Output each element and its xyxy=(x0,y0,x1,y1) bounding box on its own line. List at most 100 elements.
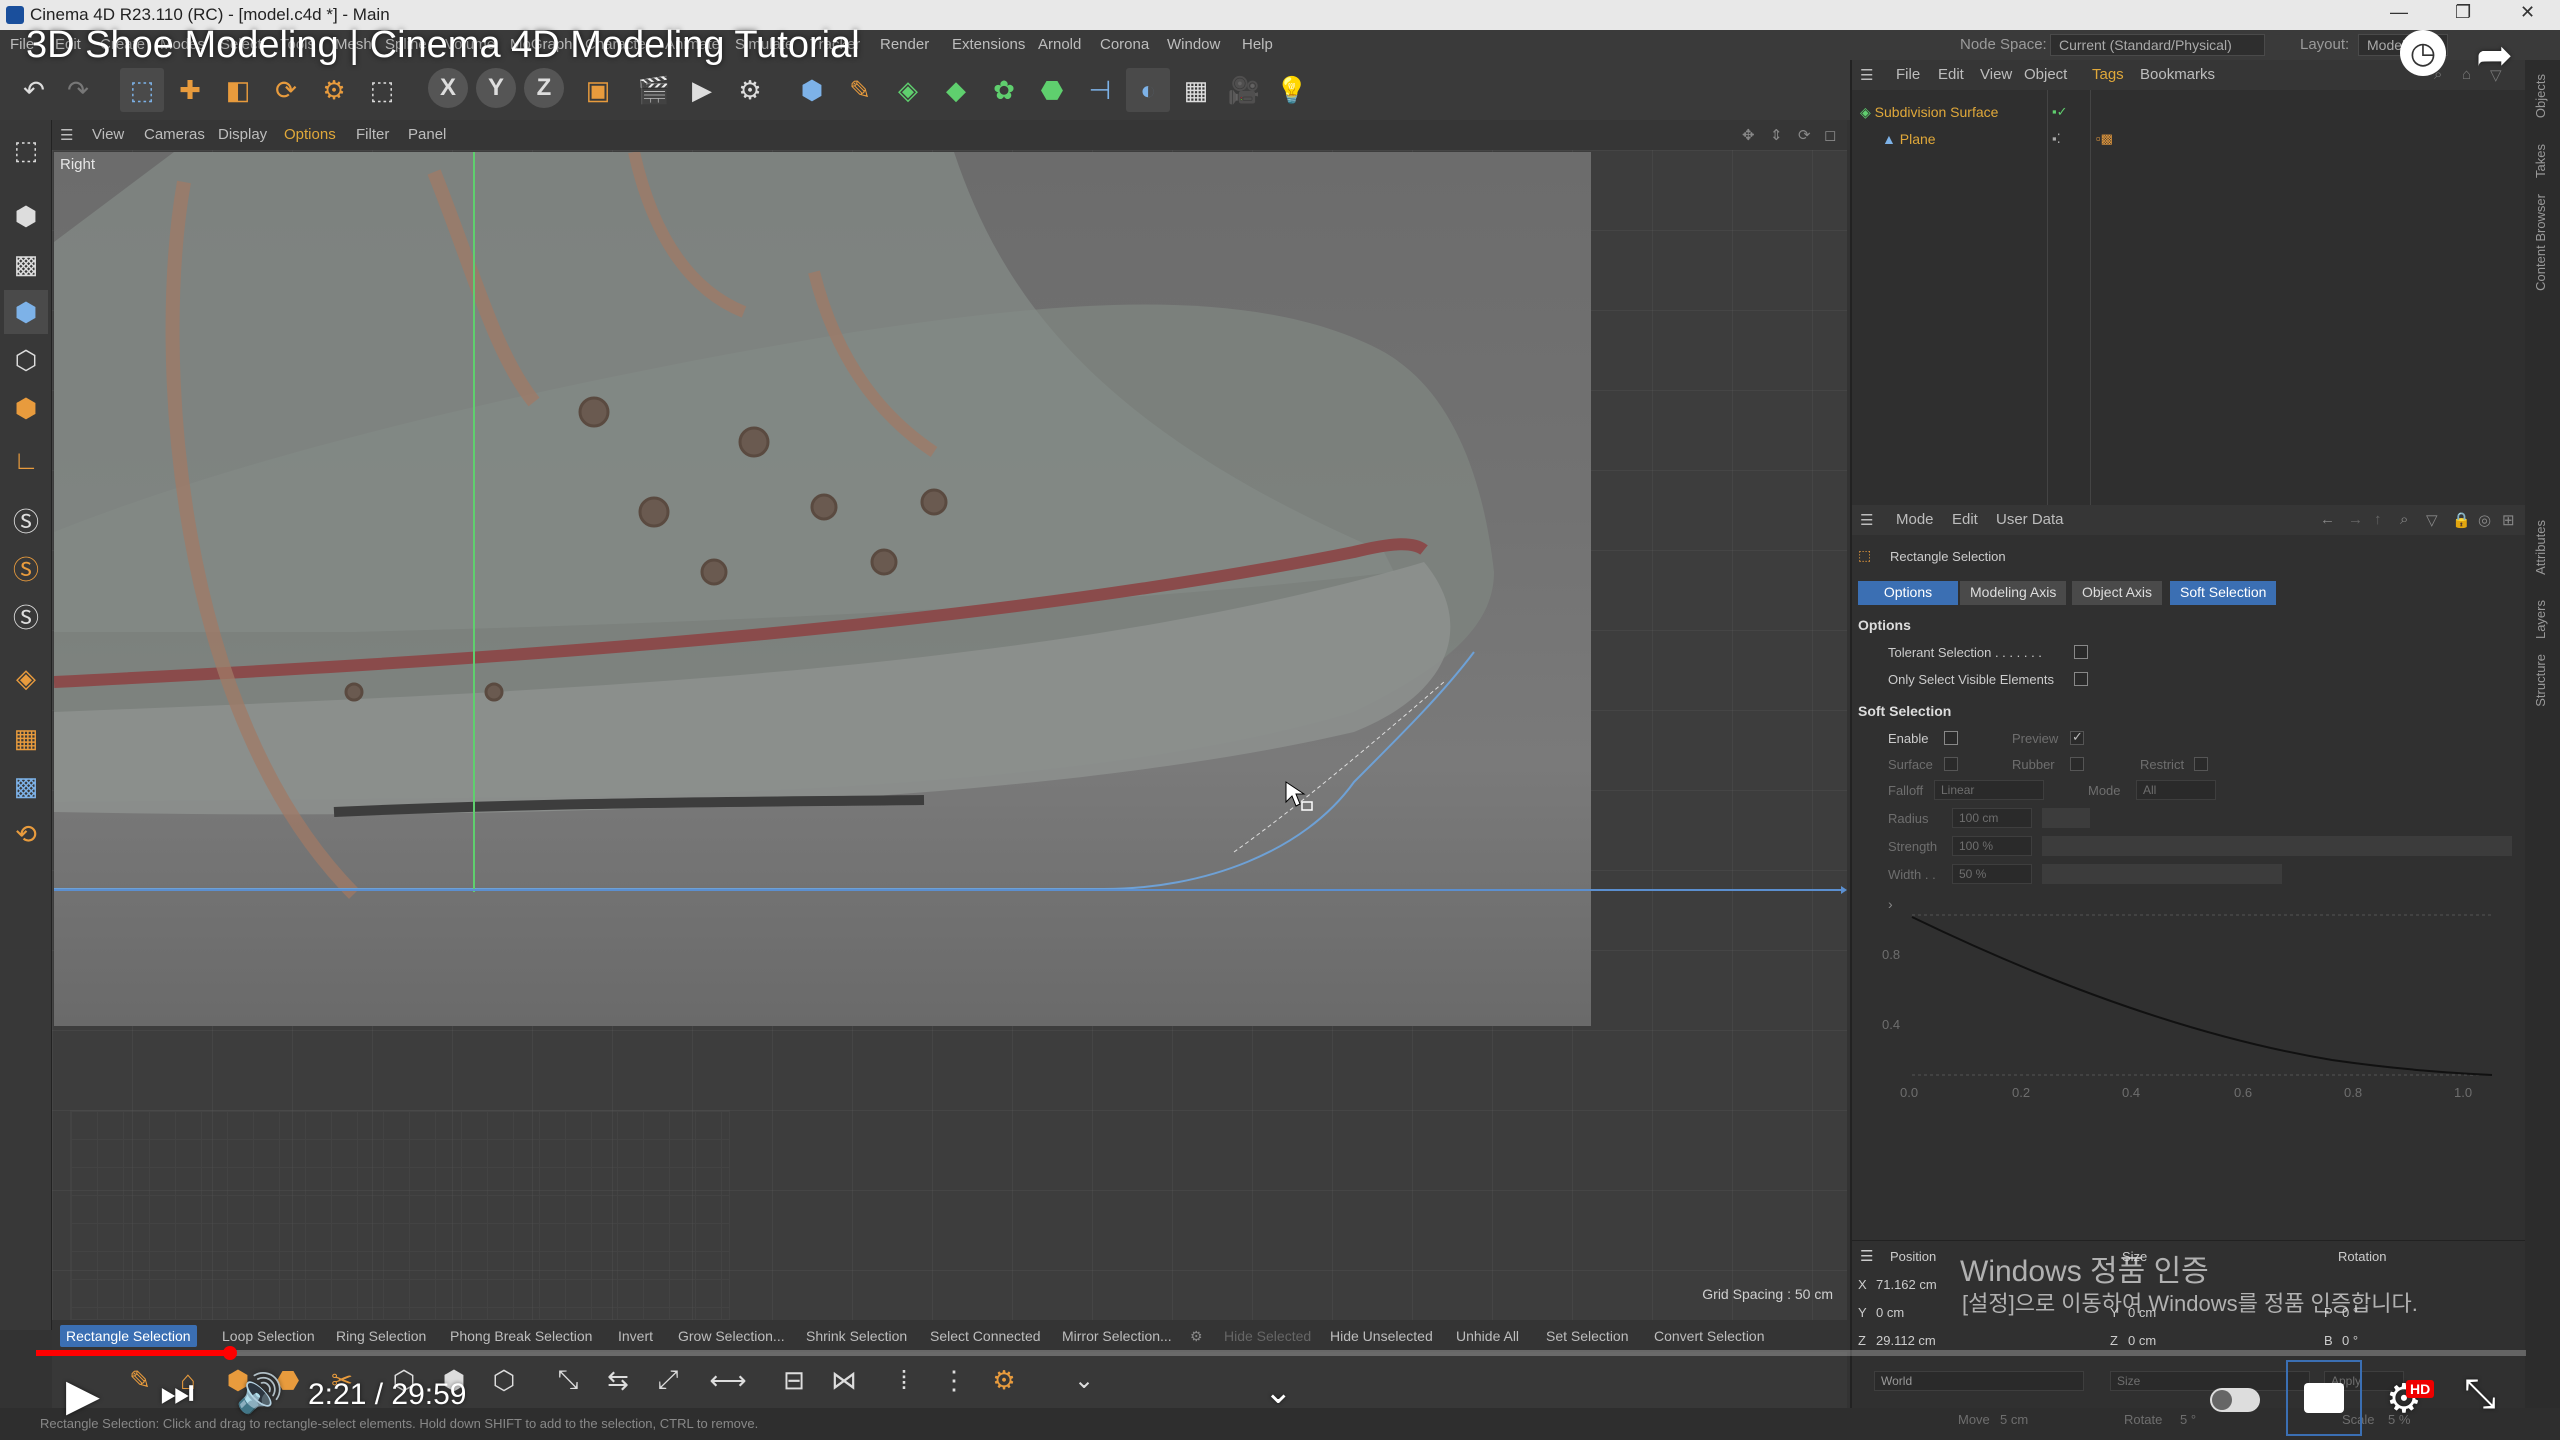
transform-tool-icon[interactable]: ⬚ xyxy=(360,68,404,112)
recent-tools-icon[interactable]: ⚙ xyxy=(312,68,356,112)
spline-pen-icon[interactable]: ✎ xyxy=(838,68,882,112)
slide-tool-icon[interactable]: ⇆ xyxy=(596,1358,640,1402)
minimize-button[interactable]: — xyxy=(2390,2,2408,23)
undo-icon[interactable]: ↶ xyxy=(12,68,56,112)
weld-tool-icon[interactable]: ⤡ xyxy=(546,1358,590,1402)
iron-tool-icon[interactable]: ⟷ xyxy=(706,1358,750,1402)
viewport-menu-cameras[interactable]: Cameras xyxy=(144,126,205,143)
cube-object-icon[interactable]: ⬢ xyxy=(790,68,834,112)
viewport-maximize-icon[interactable]: ◻ xyxy=(1824,126,1836,144)
object-row-plane[interactable]: ▲ Plane xyxy=(1882,131,2032,147)
up-arrow-icon[interactable]: ↑ xyxy=(2374,511,2382,528)
stitch-tool-icon[interactable]: ⤢ xyxy=(646,1358,690,1402)
edges-mode-icon[interactable]: ⬡ xyxy=(4,338,48,382)
loop-selection-button[interactable]: Loop Selection xyxy=(216,1325,321,1347)
object-menu-bookmarks[interactable]: Bookmarks xyxy=(2140,66,2215,83)
position-x-field[interactable]: 71.162 cm xyxy=(1876,1277,1937,1292)
rotate-step-field[interactable]: 5 ° xyxy=(2180,1412,2196,1427)
deformer-icon[interactable]: ⊣ xyxy=(1078,68,1122,112)
more-tools-chevron-icon[interactable]: ⌄ xyxy=(1062,1358,1106,1402)
mirror-tool-icon[interactable]: ⋈ xyxy=(822,1358,866,1402)
exit-fullscreen-icon[interactable]: ⤡ xyxy=(2464,1372,2496,1417)
size-mode-select[interactable]: Size xyxy=(2110,1371,2310,1391)
tolerant-selection-checkbox[interactable] xyxy=(2074,645,2088,659)
strength-field[interactable]: 100 % xyxy=(1952,836,2032,856)
hide-unselected-button[interactable]: Hide Unselected xyxy=(1324,1325,1439,1347)
play-button[interactable]: ▶ xyxy=(66,1370,100,1421)
chapters-chevron-icon[interactable]: ⌄ xyxy=(1264,1372,1293,1412)
attribute-target-icon[interactable]: ◎ xyxy=(2478,511,2491,529)
menu-window[interactable]: Window xyxy=(1167,36,1220,53)
ring-selection-button[interactable]: Ring Selection xyxy=(330,1325,432,1347)
menu-render[interactable]: Render xyxy=(880,36,929,53)
tab-modeling-axis[interactable]: Modeling Axis xyxy=(1960,581,2067,605)
share-icon[interactable]: ➦ xyxy=(2476,30,2513,81)
light-icon[interactable]: 💡 xyxy=(1270,68,1314,112)
surface-checkbox[interactable] xyxy=(1944,757,1958,771)
preview-checkbox[interactable] xyxy=(2070,729,2084,745)
set-point-value-icon[interactable]: ⁞ xyxy=(882,1358,926,1402)
viewport-zoom-icon[interactable]: ⇕ xyxy=(1770,126,1783,144)
bridge-tool-icon[interactable]: ⬡ xyxy=(482,1358,526,1402)
viewport-menu-options[interactable]: Options xyxy=(284,126,336,143)
object-menu-tags[interactable]: Tags xyxy=(2092,66,2124,83)
viewport-menu-filter[interactable]: Filter xyxy=(356,126,389,143)
object-menu-edit[interactable]: Edit xyxy=(1938,66,1964,83)
video-title[interactable]: 3D Shoe Modeling | Cinema 4D Modeling Tu… xyxy=(26,24,860,67)
falloff-select[interactable]: Linear xyxy=(1934,780,2044,800)
redo-icon[interactable]: ↷ xyxy=(56,68,100,112)
camera-icon[interactable]: 🎥 xyxy=(1222,68,1266,112)
render-settings-icon[interactable]: ⚙ xyxy=(728,68,772,112)
optimize-icon[interactable]: ⚙ xyxy=(982,1358,1026,1402)
vtab-layers[interactable]: Layers xyxy=(2533,600,2548,639)
radius-field[interactable]: 100 cm xyxy=(1952,808,2032,828)
restrict-checkbox[interactable] xyxy=(2194,757,2208,771)
watch-later-icon[interactable]: ◷ xyxy=(2400,30,2446,76)
field-icon[interactable]: ◐ xyxy=(1126,68,1170,112)
rotation-b-field[interactable]: 0 ° xyxy=(2342,1333,2358,1348)
attribute-menu-edit[interactable]: Edit xyxy=(1952,511,1978,528)
falloff-curve-graph[interactable]: › xyxy=(1882,895,2512,1105)
size-z-field[interactable]: 0 cm xyxy=(2128,1333,2156,1348)
quantize-icon[interactable]: Ⓢ xyxy=(4,594,48,638)
menu-arnold[interactable]: Arnold xyxy=(1038,36,1081,53)
close-button[interactable]: ✕ xyxy=(2520,2,2535,23)
coord-menu-hamburger-icon[interactable]: ☰ xyxy=(1860,1247,1873,1265)
coordinate-space-select[interactable]: World xyxy=(1874,1371,2084,1391)
snap-icon[interactable]: Ⓢ xyxy=(4,498,48,542)
vtab-takes[interactable]: Takes xyxy=(2533,144,2548,178)
viewport-menu-display[interactable]: Display xyxy=(218,126,267,143)
attribute-lock-icon[interactable]: 🔒 xyxy=(2452,511,2471,529)
width-slider[interactable] xyxy=(2042,864,2282,884)
visibility-check-icon[interactable]: ▪✓ xyxy=(2052,104,2068,120)
graph-expand-chevron-icon[interactable]: › xyxy=(1888,896,1893,912)
menu-corona[interactable]: Corona xyxy=(1100,36,1149,53)
rubber-checkbox[interactable] xyxy=(2070,757,2084,771)
material-tag-icon[interactable]: ▫▩ xyxy=(2096,131,2113,147)
viewport-menu-panel[interactable]: Panel xyxy=(408,126,446,143)
width-field[interactable]: 50 % xyxy=(1952,864,2032,884)
attribute-menu-hamburger-icon[interactable]: ☰ xyxy=(1860,511,1873,529)
object-menu-object[interactable]: Object xyxy=(2024,66,2067,83)
attribute-filter-icon[interactable]: ▽ xyxy=(2426,511,2438,529)
x-axis-lock-icon[interactable]: X xyxy=(428,68,468,108)
extrude-generator-icon[interactable]: ◆ xyxy=(934,68,978,112)
model-mode-icon[interactable]: ⬚ xyxy=(4,128,48,172)
object-home-icon[interactable]: ⌂ xyxy=(2462,66,2471,83)
vtab-structure[interactable]: Structure xyxy=(2533,654,2548,707)
vtab-attributes[interactable]: Attributes xyxy=(2533,520,2548,575)
render-view-icon[interactable]: ▶ xyxy=(680,68,724,112)
rectangle-selection-button[interactable]: Rectangle Selection xyxy=(60,1325,197,1347)
radius-slider[interactable] xyxy=(2042,808,2090,828)
convert-selection-button[interactable]: Convert Selection xyxy=(1648,1325,1771,1347)
unhide-all-button[interactable]: Unhide All xyxy=(1450,1325,1525,1347)
scale-tool-icon[interactable]: ◧ xyxy=(216,68,260,112)
set-selection-button[interactable]: Set Selection xyxy=(1540,1325,1635,1347)
viewport-hamburger-icon[interactable]: ☰ xyxy=(60,126,73,144)
autoplay-toggle[interactable] xyxy=(2210,1388,2260,1412)
xyz-align-icon[interactable]: ⋮ xyxy=(932,1358,976,1402)
vtab-objects[interactable]: Objects xyxy=(2533,74,2548,118)
subtitles-button[interactable] xyxy=(2286,1360,2362,1436)
shrink-selection-button[interactable]: Shrink Selection xyxy=(800,1325,913,1347)
render-region-icon[interactable]: 🎬 xyxy=(632,68,676,112)
